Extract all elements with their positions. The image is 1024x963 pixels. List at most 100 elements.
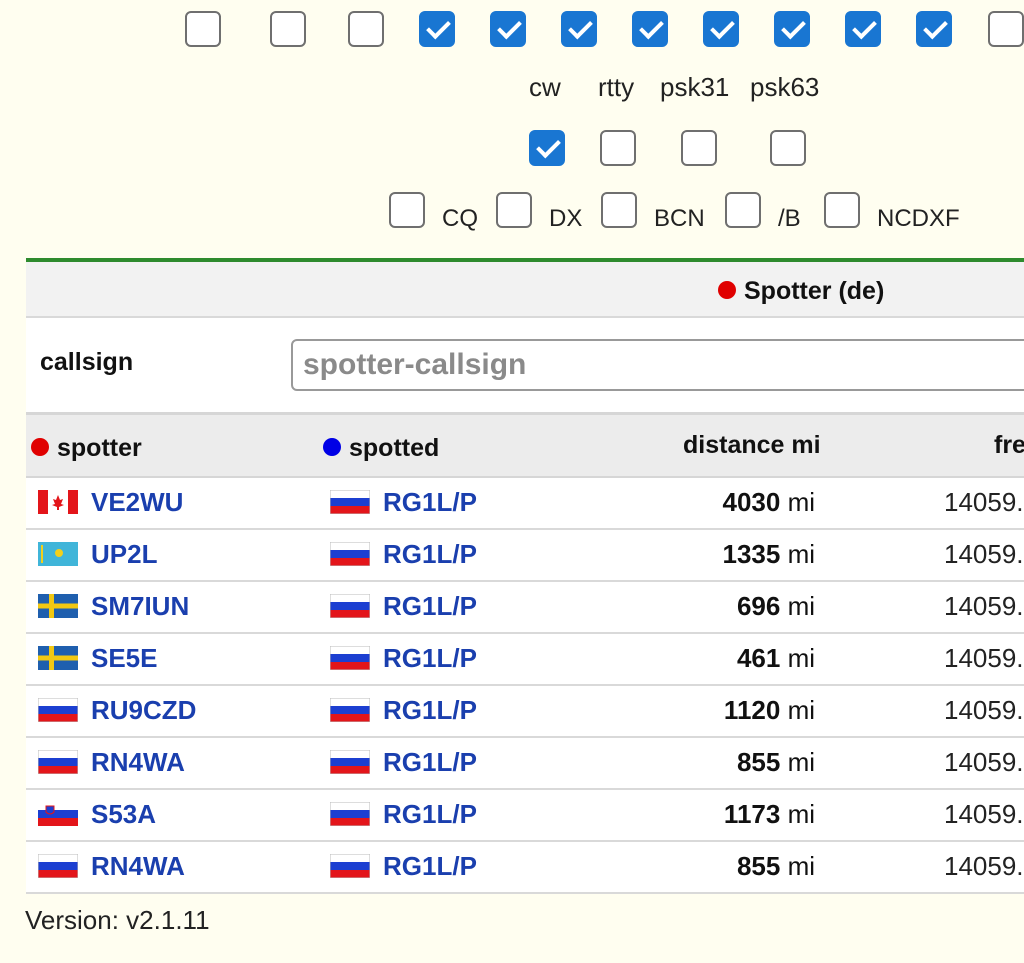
distance-cell: 855 mi (737, 851, 815, 882)
band-checkbox[interactable] (348, 11, 384, 47)
column-header-spotted[interactable]: spotted (323, 434, 439, 463)
spotted-callsign-link[interactable]: RG1L/P (383, 851, 477, 882)
spotted-flag-icon (329, 541, 371, 567)
spotted-flag-icon (329, 801, 371, 827)
mode-label-psk31: psk31 (660, 72, 730, 102)
frequency-cell: 14059. (944, 799, 1024, 829)
distance-unit: mi (787, 591, 815, 621)
table-row: SE5E RG1L/P 461 mi 14059. (26, 634, 1024, 686)
frequency-cell: 14059. (944, 591, 1024, 621)
filter-label-cq: CQ (442, 205, 478, 232)
table-row: S53A RG1L/P 1173 mi 14059. (26, 790, 1024, 842)
mode-label-rtty: rtty (598, 72, 635, 102)
distance-value: 855 (736, 851, 781, 881)
spotted-callsign-link[interactable]: RG1L/P (383, 695, 477, 726)
spotted-dot-icon (323, 438, 341, 457)
spotter-callsign-link[interactable]: UP2L (91, 539, 157, 570)
spotter-flag-icon (38, 646, 78, 670)
spotter-callsign-link[interactable]: SM7IUN (91, 591, 189, 622)
band-checkbox[interactable] (561, 11, 597, 47)
spotter-flag-icon (38, 802, 78, 826)
filter-checkbox-beacon[interactable] (725, 192, 761, 228)
distance-unit: mi (787, 695, 815, 725)
mode-checkbox-psk63[interactable] (770, 130, 806, 166)
version-text: Version: v2.1.11 (25, 905, 210, 935)
spotted-flag-icon (329, 593, 371, 619)
filter-checkbox-bcn[interactable] (601, 192, 637, 228)
spotter-callsign-link[interactable]: SE5E (91, 643, 158, 674)
band-checkbox[interactable] (845, 11, 881, 47)
column-header-spotter[interactable]: spotter (31, 434, 142, 463)
filter-label-ncdxf: NCDXF (877, 205, 960, 232)
spotted-callsign-link[interactable]: RG1L/P (383, 487, 477, 518)
spotter-flag-icon (37, 697, 79, 723)
band-checkbox[interactable] (419, 11, 455, 47)
table-row: RN4WA RG1L/P 855 mi 14059. (26, 738, 1024, 790)
table-row: UP2L RG1L/P 1335 mi 14059. (26, 530, 1024, 582)
band-checkbox[interactable] (490, 11, 526, 47)
table-row: SM7IUN RG1L/P 696 mi 14059. (26, 582, 1024, 634)
spotted-callsign-link[interactable]: RG1L/P (383, 539, 477, 570)
spotted-callsign-link[interactable]: RG1L/P (383, 747, 477, 778)
filter-label-bcn: BCN (654, 205, 705, 232)
spotter-callsign-link[interactable]: VE2WU (91, 487, 183, 518)
distance-unit: mi (787, 851, 815, 881)
band-checkbox[interactable] (185, 11, 221, 47)
distance-unit: mi (787, 799, 815, 829)
distance-value: 461 (736, 643, 781, 673)
mode-label-cw: cw (529, 72, 561, 102)
spotter-section-title: Spotter (de) (718, 277, 884, 306)
spotter-flag-icon (37, 749, 79, 775)
frequency-cell: 14059. (944, 851, 1024, 881)
distance-cell: 1173 mi (724, 799, 815, 830)
column-header-spotter-label: spotter (57, 434, 142, 462)
table-row: RU9CZD RG1L/P 1120 mi 14059. (26, 686, 1024, 738)
table-row: VE2WU RG1L/P 4030 mi 14059. (26, 478, 1024, 530)
distance-value: 1120 (723, 695, 781, 725)
spotted-flag-icon (329, 489, 371, 515)
spotter-callsign-link[interactable]: RU9CZD (91, 695, 196, 726)
mode-checkbox-cw[interactable] (529, 130, 565, 166)
band-checkbox[interactable] (703, 11, 739, 47)
band-checkbox[interactable] (632, 11, 668, 47)
mode-checkbox-psk31[interactable] (681, 130, 717, 166)
band-checkbox[interactable] (774, 11, 810, 47)
distance-value: 1173 (723, 799, 781, 829)
spotter-callsign-input[interactable] (291, 339, 1024, 391)
column-header-frequency[interactable]: fre (994, 431, 1024, 460)
frequency-cell: 14059. (944, 539, 1024, 569)
spotted-flag-icon (329, 749, 371, 775)
filter-checkbox-dx[interactable] (496, 192, 532, 228)
distance-value: 4030 (722, 487, 781, 517)
callsign-label: callsign (40, 348, 134, 376)
distance-value: 696 (736, 591, 781, 621)
distance-unit: mi (787, 643, 815, 673)
spotter-callsign-link[interactable]: S53A (91, 799, 156, 830)
filter-checkbox-cq[interactable] (389, 192, 425, 228)
band-checkbox[interactable] (988, 11, 1024, 47)
spotter-callsign-link[interactable]: RN4WA (91, 851, 185, 882)
frequency-cell: 14059. (944, 747, 1024, 777)
column-header-distance[interactable]: distance mi (683, 431, 821, 460)
frequency-cell: 14059. (944, 695, 1024, 725)
band-checkbox[interactable] (916, 11, 952, 47)
column-header-spotted-label: spotted (349, 434, 440, 462)
spotter-flag-icon (37, 853, 79, 879)
distance-cell: 696 mi (737, 591, 815, 622)
frequency-cell: 14059. (944, 643, 1024, 673)
spotter-flag-icon (38, 490, 78, 514)
spotted-callsign-link[interactable]: RG1L/P (383, 799, 477, 830)
spotter-callsign-link[interactable]: RN4WA (91, 747, 185, 778)
mode-checkbox-rtty[interactable] (600, 130, 636, 166)
filter-checkbox-ncdxf[interactable] (824, 192, 860, 228)
filter-label-beacon: /B (778, 205, 801, 232)
spotter-flag-icon (38, 542, 78, 566)
spotted-callsign-link[interactable]: RG1L/P (383, 591, 477, 622)
band-checkbox[interactable] (270, 11, 306, 47)
spotted-flag-icon (329, 645, 371, 671)
spotted-callsign-link[interactable]: RG1L/P (383, 643, 477, 674)
distance-cell: 461 mi (737, 643, 815, 674)
spotted-flag-icon (329, 697, 371, 723)
spotter-dot-icon (31, 438, 49, 457)
distance-value: 1335 (722, 539, 781, 569)
